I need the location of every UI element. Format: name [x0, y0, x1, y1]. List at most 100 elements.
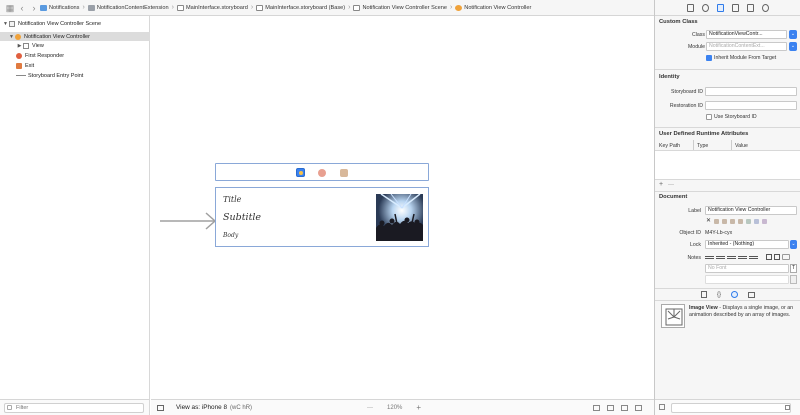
crumb-project[interactable]: Notifications [40, 4, 79, 11]
outline-item-scene[interactable]: ▼ Notification View Controller Scene [0, 19, 150, 28]
subtitle-label[interactable]: Subtitle [223, 212, 261, 223]
identity-header: Identity [659, 74, 680, 80]
attributes-inspector-icon[interactable] [732, 3, 739, 12]
crumb-target[interactable]: NotificationContentExtension [87, 4, 169, 11]
value-column[interactable]: Value [735, 143, 748, 149]
lock-dropdown-button[interactable]: ⌄ [790, 240, 797, 249]
class-field[interactable]: NotificationViewContr... [706, 30, 787, 39]
code-snippet-icon[interactable]: {} [717, 292, 721, 298]
disclosure-down-icon[interactable]: ▼ [8, 34, 15, 40]
exit-icon[interactable] [340, 169, 348, 177]
library-filter-input[interactable] [671, 403, 791, 413]
type-column[interactable]: Type [697, 143, 708, 149]
media-library-icon[interactable] [748, 291, 755, 298]
module-label: Module [687, 44, 705, 50]
align-left-icon[interactable] [705, 255, 714, 259]
outline-item-entry-point[interactable]: Storyboard Entry Point [0, 71, 150, 80]
doc-label-field[interactable]: Notification View Controller [705, 206, 797, 215]
identity-inspector-icon[interactable] [717, 3, 724, 12]
key-path-column[interactable]: Key Path [659, 143, 680, 149]
font-field[interactable]: No Font [705, 264, 789, 273]
jump-bar: ▦ ‹ › Notifications › NotificationConten… [0, 0, 654, 16]
color-label-icon[interactable] [714, 219, 719, 224]
resolve-issues-icon[interactable] [635, 405, 642, 411]
use-storyboard-id-checkbox[interactable] [706, 114, 712, 120]
disclosure-right-icon[interactable]: ▶ [16, 43, 23, 49]
module-dropdown-button[interactable]: ⌄ [789, 42, 797, 51]
restoration-id-field[interactable] [705, 101, 797, 110]
crumb-storyboard-base[interactable]: MainInterface.storyboard (Base) [256, 4, 345, 11]
add-attribute-button[interactable]: + [659, 181, 663, 188]
outline-item-first-responder[interactable]: First Responder [0, 51, 150, 60]
zoom-level[interactable]: 120% [387, 405, 402, 411]
entry-point-arrow[interactable] [160, 210, 216, 232]
zoom-in-button[interactable]: + [416, 403, 421, 412]
crumb-view-controller[interactable]: Notification View Controller [455, 4, 531, 11]
file-inspector-icon[interactable] [687, 3, 694, 12]
color-label-icon[interactable] [762, 219, 767, 224]
align-center-icon[interactable] [716, 255, 725, 259]
pin-icon[interactable] [621, 405, 628, 411]
outline-item-exit[interactable]: Exit [0, 61, 150, 70]
notes-field[interactable] [705, 275, 789, 284]
more-options-icon[interactable] [782, 254, 790, 260]
sidebar-toggle-icon[interactable] [157, 404, 164, 411]
connections-inspector-icon[interactable] [762, 3, 769, 12]
view-as-label[interactable]: View as: iPhone 8 [176, 404, 227, 411]
inspector-tabs [655, 0, 800, 16]
color-label-icon[interactable] [746, 219, 751, 224]
natural-align-icon[interactable] [749, 255, 758, 259]
text-style-icon[interactable] [766, 254, 772, 260]
restoration-id-label: Restoration ID [669, 103, 703, 109]
view-controller-icon[interactable] [296, 168, 305, 177]
crumb-storyboard[interactable]: MainInterface.storyboard [177, 4, 248, 11]
filter-input[interactable] [4, 403, 144, 413]
module-field[interactable]: NotificationContentExt... [706, 42, 787, 51]
color-label-icon[interactable] [754, 219, 759, 224]
lock-select[interactable]: Inherited - (Nothing) [705, 240, 789, 249]
inherit-module-checkbox[interactable] [706, 55, 712, 61]
object-id-label: Object ID [679, 230, 701, 236]
list-view-icon[interactable] [659, 404, 665, 410]
filter-icon[interactable] [785, 405, 790, 410]
crumb-scene[interactable]: Notification View Controller Scene [353, 4, 447, 11]
justify-icon[interactable] [738, 255, 747, 259]
notes-stepper[interactable] [790, 275, 797, 284]
runtime-attributes-table[interactable] [655, 150, 800, 180]
outline-item-view-controller[interactable]: ▼ Notification View Controller [0, 32, 150, 41]
library-item-image-view[interactable]: Image View - Displays a single image, or… [659, 303, 797, 333]
back-chevron-icon[interactable]: ‹ [16, 0, 28, 15]
clear-color-icon[interactable]: ✕ [706, 217, 711, 224]
size-inspector-icon[interactable] [747, 3, 754, 12]
quick-help-icon[interactable] [702, 3, 709, 12]
class-dropdown-button[interactable]: ⌄ [789, 30, 797, 39]
color-label-icon[interactable] [738, 219, 743, 224]
canvas-bottom-bar: View as: iPhone 8 (wC hR) — 120% + [151, 399, 654, 415]
remove-attribute-button[interactable]: — [668, 182, 674, 188]
file-template-icon[interactable] [700, 291, 707, 298]
align-right-icon[interactable] [727, 255, 736, 259]
outline-item-view[interactable]: ▶ View [0, 41, 150, 50]
library-filter-bar [655, 399, 800, 415]
disclosure-down-icon[interactable]: ▼ [2, 21, 9, 27]
object-library-icon[interactable] [731, 291, 738, 298]
storyboard-id-field[interactable] [705, 87, 797, 96]
font-picker-button[interactable]: T [790, 264, 797, 273]
body-label[interactable]: Body [223, 232, 238, 239]
size-class-label: (wC hR) [230, 404, 253, 411]
scene-dock [215, 163, 429, 181]
notification-view-controller[interactable]: Title Subtitle Body [215, 187, 429, 247]
library-item-text: Image View - Displays a single image, or… [689, 305, 795, 319]
constraints-icon[interactable] [593, 405, 600, 411]
color-label-icon[interactable] [730, 219, 735, 224]
zoom-out-button[interactable]: — [367, 405, 373, 411]
forward-chevron-icon[interactable]: › [28, 0, 40, 15]
text-color-icon[interactable] [774, 254, 780, 260]
color-label-icon[interactable] [722, 219, 727, 224]
library-item-title: Image View [689, 305, 718, 311]
first-responder-icon[interactable] [318, 169, 326, 177]
title-label[interactable]: Title [223, 195, 241, 204]
align-icon[interactable] [607, 405, 614, 411]
concert-image[interactable] [376, 194, 423, 241]
grid-icon[interactable]: ▦ [4, 0, 16, 15]
